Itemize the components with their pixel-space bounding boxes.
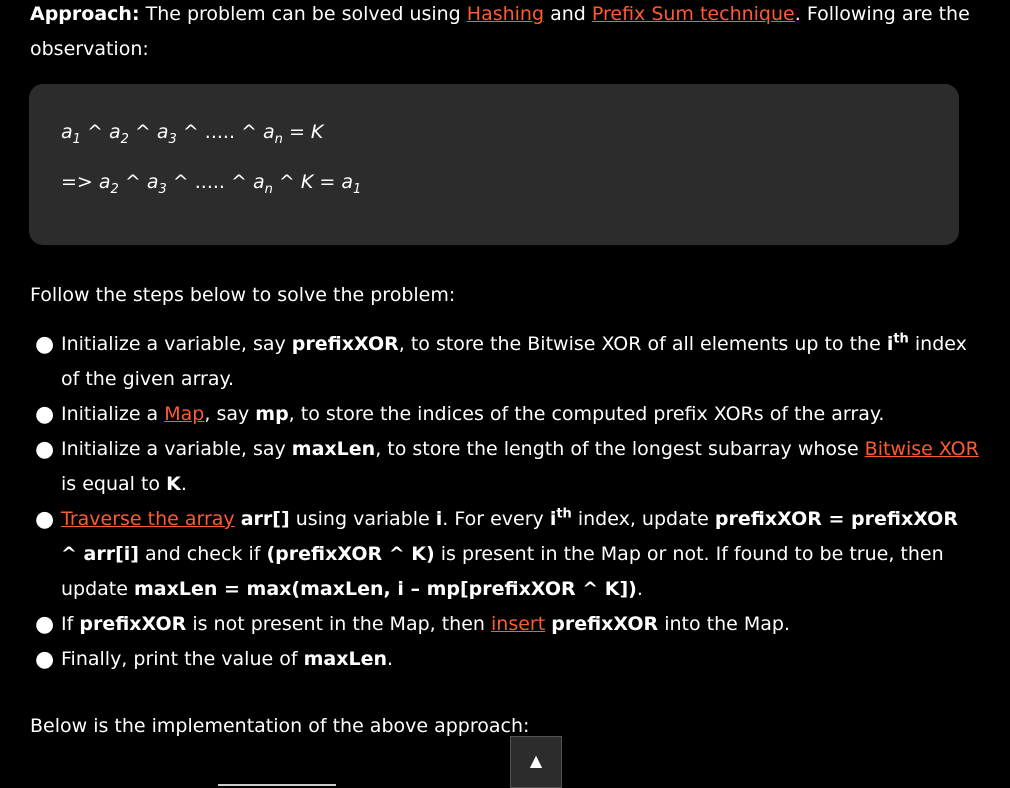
list-item: ● If prefixXOR is not present in the Map,… [30,607,980,642]
hashing-link[interactable]: Hashing [467,3,544,25]
observation-box: a1 ^ a2 ^ a3 ^ ..... ^ an = K => a2 ^ a3… [29,84,959,245]
list-item: ● Finally, print the value of maxLen. [30,642,980,677]
map-link[interactable]: Map [164,403,204,425]
bullet-icon: ● [35,612,55,637]
bullet-icon: ● [35,647,55,672]
bullet-icon: ● [35,332,55,357]
bullet-icon: ● [35,402,55,427]
bitwise-xor-link[interactable]: Bitwise XOR [865,438,979,460]
list-item: ● Initialize a variable, say maxLen, to s… [30,432,980,502]
list-item: ● Initialize a Map, say mp, to store the … [30,397,980,432]
follow-steps-text: Follow the steps below to solve the prob… [30,284,456,306]
prefix-sum-link[interactable]: Prefix Sum technique [592,3,795,25]
arrow-up-icon: ▲ [529,751,543,770]
math-line-1: a1 ^ a2 ^ a3 ^ ..... ^ an = K [61,121,324,147]
math-line-2: => a2 ^ a3 ^ ..... ^ an ^ K = a1 [61,171,362,197]
scroll-to-top-button[interactable]: ▲ [510,736,562,788]
approach-text: and [544,3,592,25]
list-item: ● Traverse the array arr[] using variable… [30,502,980,607]
insert-link[interactable]: insert [491,613,545,635]
list-item: ● Initialize a variable, say prefixXOR, t… [30,327,980,397]
approach-lead: Approach: [30,3,140,25]
traverse-array-link[interactable]: Traverse the array [61,508,235,530]
approach-text: The problem can be solved using [139,3,467,25]
approach-paragraph: Approach: The problem can be solved usin… [30,0,990,67]
steps-list: ● Initialize a variable, say prefixXOR, t… [30,327,980,677]
bullet-icon: ● [35,437,55,462]
bullet-icon: ● [35,507,55,532]
